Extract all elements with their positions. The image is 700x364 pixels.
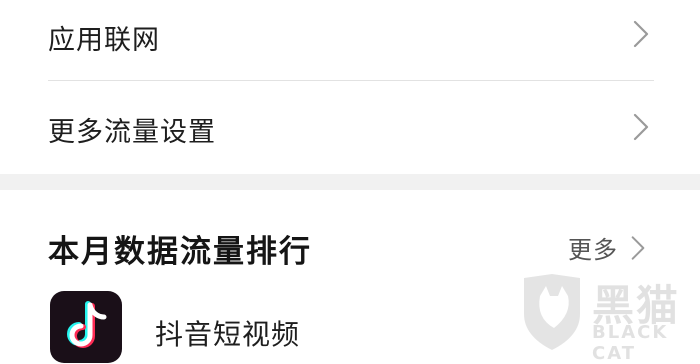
chevron-right-icon [633,113,649,141]
chevron-right-icon [631,235,645,260]
app-name: 抖音短视频 [155,318,301,351]
douyin-app-icon [50,291,122,363]
watermark-text-en: BLACK CAT [592,322,669,364]
more-label: 更多 [568,236,618,264]
chevron-right-icon [633,20,649,48]
section-title: 本月数据流量排行 [48,234,312,270]
black-cat-logo-icon [524,274,580,350]
settings-item-label: 更多流量设置 [48,117,216,148]
black-cat-watermark: 黑猫 BLACK CAT [520,268,700,364]
more-link[interactable]: 更多 [568,230,646,265]
settings-item-more-data-settings[interactable]: 更多流量设置 [0,81,700,174]
settings-item-app-networking[interactable]: 应用联网 [0,0,700,80]
settings-item-label: 应用联网 [48,25,160,56]
section-gap [0,174,700,190]
